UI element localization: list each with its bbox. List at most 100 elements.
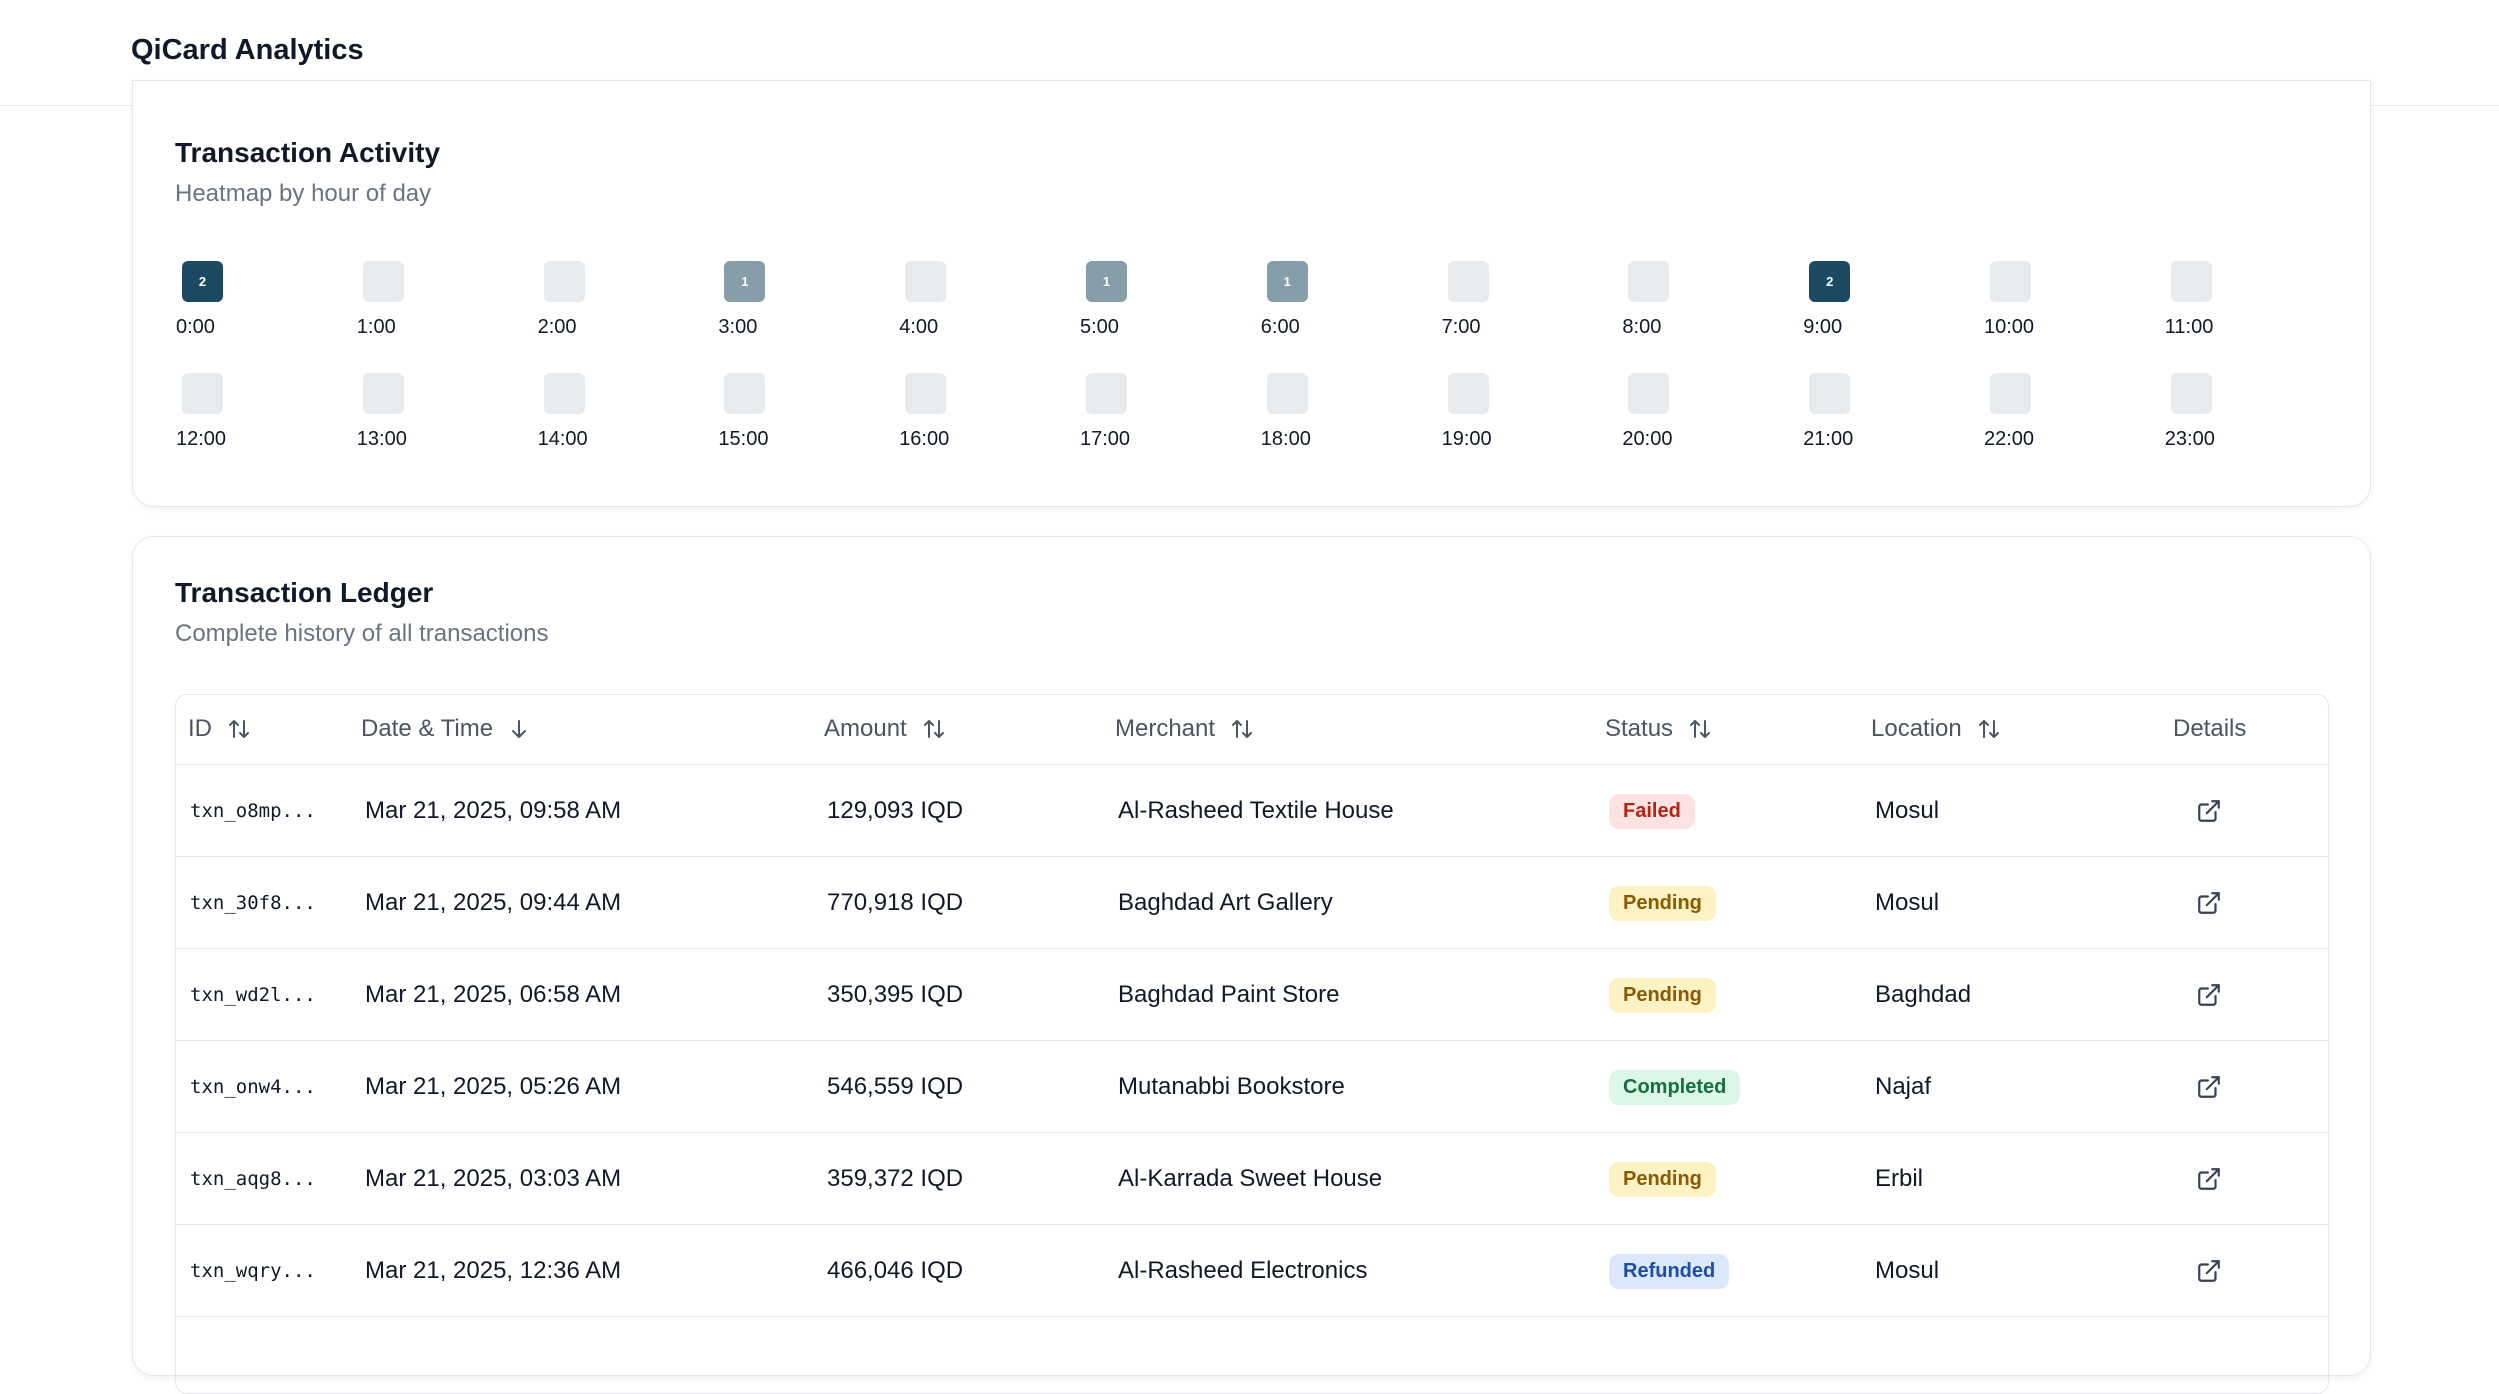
column-header-merchant[interactable]: Merchant	[1115, 715, 1255, 743]
cell-merchant: Mutanabbi Bookstore	[1118, 1073, 1345, 1100]
table-row[interactable]: txn_aqg8... Mar 21, 2025, 03:03 AM 359,372…	[176, 1133, 2328, 1225]
heatmap-hour-label: 15:00	[718, 428, 769, 450]
heatmap-cell[interactable]: 15:00	[1080, 261, 1200, 341]
cell-id: txn_30f8...	[190, 892, 316, 914]
heatmap-box	[2170, 261, 2212, 302]
cell-status: Pending	[1609, 1133, 1716, 1225]
heatmap-cell[interactable]: 2 9:00	[1803, 261, 1923, 341]
heatmap-hour-label: 3:00	[718, 316, 758, 338]
table-row[interactable]: txn_wqry... Mar 21, 2025, 12:36 AM 466,046…	[176, 1225, 2328, 1317]
sort-icon[interactable]	[1215, 716, 1255, 742]
heatmap-hour-label: 7:00	[1441, 316, 1481, 338]
sort-icon[interactable]	[907, 716, 947, 742]
sort-desc-icon[interactable]	[493, 717, 531, 741]
heatmap-box	[724, 373, 766, 414]
sort-icon[interactable]	[212, 716, 252, 742]
transaction-activity-card: Transaction Activity Heatmap by hour of …	[132, 80, 2371, 507]
status-badge: Failed	[1609, 793, 1695, 829]
heatmap-box: 1	[724, 261, 766, 302]
column-header-amount[interactable]: Amount	[824, 715, 947, 743]
cell-datetime: Mar 21, 2025, 09:58 AM	[365, 797, 622, 824]
ledger-title: Transaction Ledger	[175, 577, 434, 608]
cell-merchant: Al-Rasheed Textile House	[1118, 797, 1394, 824]
heatmap-hour-label: 18:00	[1260, 428, 1311, 450]
activity-title: Transaction Activity	[175, 137, 441, 168]
external-link-icon[interactable]	[2196, 949, 2222, 1041]
status-badge: Completed	[1609, 1069, 1741, 1105]
table-row[interactable]: txn_wd2l... Mar 21, 2025, 06:58 AM 350,395…	[176, 949, 2328, 1041]
cell-merchant: Baghdad Paint Store	[1118, 981, 1340, 1008]
heatmap-box: 2	[182, 261, 223, 302]
column-header-date-time[interactable]: Date & Time	[361, 715, 531, 743]
heatmap-cell[interactable]: 19:00	[1442, 373, 1562, 453]
heatmap-hour-label: 20:00	[1622, 428, 1673, 450]
cell-location: Mosul	[1875, 797, 1940, 824]
heatmap-hour-label: 12:00	[176, 428, 227, 450]
external-link-icon[interactable]	[2196, 857, 2222, 949]
heatmap-hour-label: 19:00	[1441, 428, 1492, 450]
cell-amount: 359,372 IQD	[827, 1165, 964, 1192]
cell-location: Mosul	[1875, 889, 1940, 916]
heatmap-cell[interactable]: 16:00	[1261, 261, 1381, 341]
heatmap-cell[interactable]: 21:00	[1803, 373, 1923, 453]
external-link-icon[interactable]	[2196, 1041, 2222, 1133]
heatmap-cell[interactable]: 4:00	[899, 261, 1019, 341]
heatmap-cell[interactable]: 2:00	[538, 261, 658, 341]
heatmap-cell[interactable]: 20:00	[1622, 373, 1742, 453]
heatmap-cell[interactable]: 15:00	[718, 373, 838, 453]
cell-status: Failed	[1609, 765, 1695, 857]
heatmap-cell[interactable]: 16:00	[899, 373, 1019, 453]
ledger-table: ID Date & Time Amount Merchant Status Locatio…	[175, 694, 2329, 1394]
sort-icon[interactable]	[1673, 716, 1713, 742]
column-header-location[interactable]: Location	[1871, 715, 2002, 743]
cell-status: Pending	[1609, 949, 1716, 1041]
status-badge: Refunded	[1609, 1253, 1730, 1289]
table-row[interactable]: txn_30f8... Mar 21, 2025, 09:44 AM 770,918…	[176, 857, 2328, 949]
heatmap-hour-label: 23:00	[2164, 428, 2215, 450]
column-header-status[interactable]: Status	[1605, 715, 1713, 743]
external-link-icon[interactable]	[2196, 765, 2222, 857]
column-header-label: Location	[1871, 715, 1962, 742]
app-title: QiCard Analytics	[131, 34, 364, 66]
heatmap-hour-label: 6:00	[1260, 316, 1300, 338]
heatmap-box	[1447, 261, 1489, 302]
heatmap-cell[interactable]: 12:00	[176, 373, 296, 453]
heatmap-hour-label: 9:00	[1803, 316, 1843, 338]
heatmap-box: 1	[1086, 261, 1127, 302]
external-link-icon[interactable]	[2196, 1133, 2222, 1225]
heatmap-cell[interactable]: 1 3:00	[718, 261, 838, 341]
heatmap-cell[interactable]: 14:00	[538, 373, 658, 453]
heatmap-cell[interactable]: 10:00	[1984, 261, 2104, 341]
column-header-id[interactable]: ID	[188, 715, 252, 743]
column-header-label: ID	[188, 715, 212, 742]
sort-icon[interactable]	[1962, 716, 2002, 742]
status-badge: Pending	[1609, 977, 1716, 1013]
heatmap-box	[1990, 261, 2031, 302]
heatmap-hour-label: 2:00	[537, 316, 577, 338]
heatmap-cell[interactable]: 11:00	[2165, 261, 2285, 341]
heatmap-box	[543, 261, 585, 302]
table-row[interactable]: txn_o8mp... Mar 21, 2025, 09:58 AM 129,093…	[176, 765, 2328, 857]
heatmap-box	[1990, 373, 2031, 414]
heatmap-cell[interactable]: 13:00	[357, 373, 477, 453]
heatmap-cell[interactable]: 17:00	[1080, 373, 1200, 453]
table-header: ID Date & Time Amount Merchant Status Locatio…	[176, 695, 2328, 765]
external-link-icon[interactable]	[2196, 1225, 2222, 1317]
heatmap-cell[interactable]: 22:00	[1984, 373, 2104, 453]
heatmap-box	[1628, 261, 1670, 302]
heatmap-box	[905, 261, 947, 302]
heatmap-cell[interactable]: 20:00	[176, 261, 296, 341]
column-header-label: Merchant	[1115, 715, 1216, 742]
ledger-subtitle: Complete history of all transactions	[175, 620, 549, 647]
heatmap-cell[interactable]: 7:00	[1442, 261, 1562, 341]
cell-amount: 350,395 IQD	[827, 981, 964, 1008]
cell-id: txn_aqg8...	[190, 1168, 316, 1190]
cell-datetime: Mar 21, 2025, 12:36 AM	[365, 1257, 622, 1284]
heatmap-hour-label: 14:00	[537, 428, 588, 450]
column-header-label: Details	[2173, 715, 2247, 742]
heatmap-cell[interactable]: 18:00	[1261, 373, 1381, 453]
heatmap-cell[interactable]: 1:00	[357, 261, 477, 341]
heatmap-cell[interactable]: 23:00	[2165, 373, 2285, 453]
table-row[interactable]: txn_onw4... Mar 21, 2025, 05:26 AM 546,559…	[176, 1041, 2328, 1133]
heatmap-cell[interactable]: 8:00	[1622, 261, 1742, 341]
